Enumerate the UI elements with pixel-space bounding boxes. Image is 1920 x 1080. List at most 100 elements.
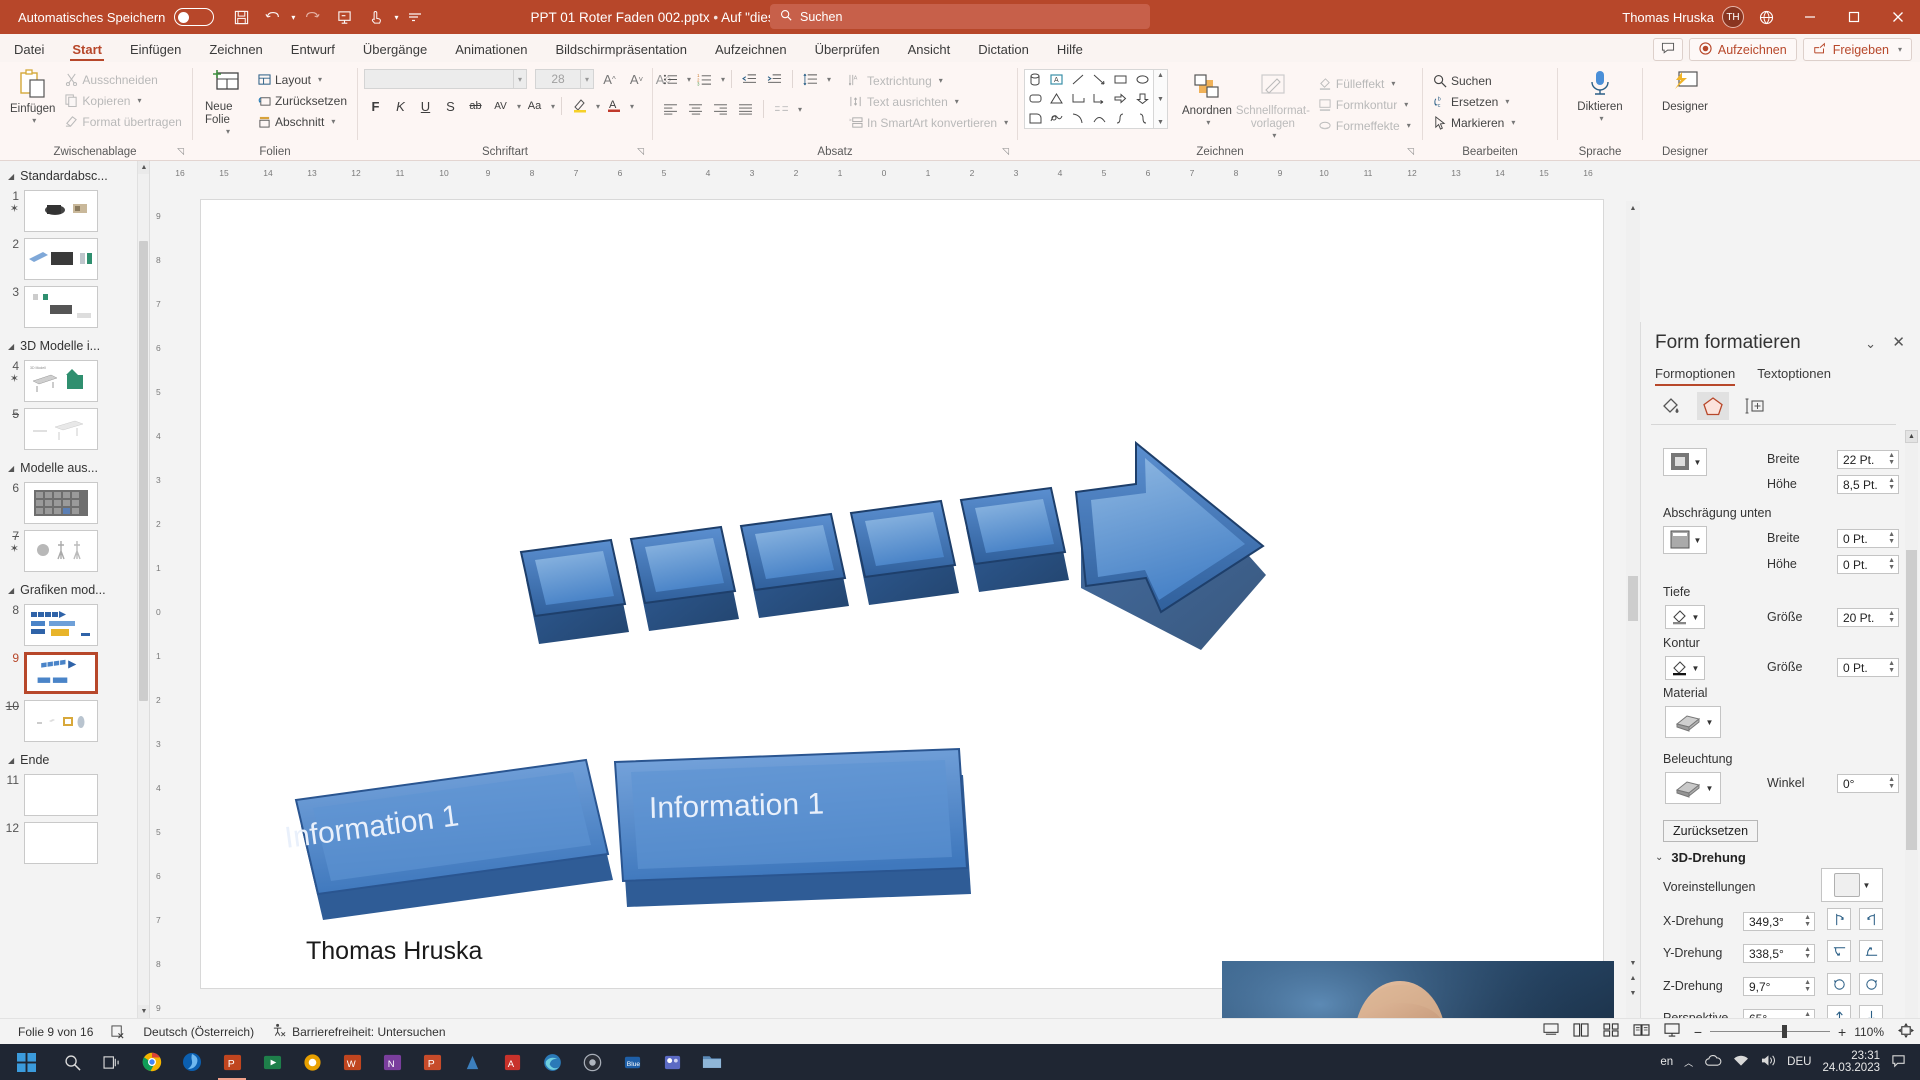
tab-ueberpruefen[interactable]: Überprüfen bbox=[801, 40, 894, 62]
section-collapse-icon[interactable]: ◢ bbox=[8, 756, 14, 765]
gallery-expand-icon[interactable]: ▼ bbox=[1157, 119, 1164, 126]
format-pane-close-icon[interactable]: ✕ bbox=[1892, 333, 1905, 351]
table-row[interactable]: 11 bbox=[0, 771, 149, 819]
increase-indent-button[interactable] bbox=[763, 68, 786, 90]
drawing-dialog-launcher[interactable]: ◹ bbox=[1407, 143, 1414, 159]
tab-ansicht[interactable]: Ansicht bbox=[894, 40, 965, 62]
undo-chevron-down-icon[interactable]: ▾ bbox=[291, 13, 295, 22]
notifications-icon[interactable] bbox=[1891, 1054, 1906, 1071]
clock[interactable]: 23:31 24.03.2023 bbox=[1822, 1050, 1880, 1074]
zoom-track[interactable] bbox=[1710, 1025, 1830, 1038]
tab-uebergaenge[interactable]: Übergänge bbox=[349, 40, 441, 62]
shape-textbox-icon[interactable]: A bbox=[1049, 73, 1064, 86]
arrange-chevron-down-icon[interactable]: ▾ bbox=[1206, 118, 1210, 127]
section-header-modelle-aus[interactable]: ◢ Modelle aus... bbox=[0, 453, 149, 479]
circle-icon[interactable] bbox=[572, 1044, 612, 1080]
format-pane-scroll-thumb[interactable] bbox=[1906, 550, 1917, 850]
contour-size-stepper[interactable]: ▲ ▼ bbox=[1888, 660, 1895, 674]
columns-button[interactable] bbox=[770, 98, 793, 120]
normal-view-icon[interactable] bbox=[1573, 1023, 1589, 1040]
table-row[interactable]: 8 bbox=[0, 601, 149, 649]
rotate-x-left-button[interactable] bbox=[1827, 908, 1851, 930]
text-direction-button[interactable]: A Textrichtung ▾ bbox=[845, 70, 1012, 91]
decrease-indent-button[interactable] bbox=[738, 68, 761, 90]
section-collapse-icon[interactable]: ◢ bbox=[8, 172, 14, 181]
strikethrough-button[interactable]: ab bbox=[464, 95, 487, 117]
contour-size-input[interactable]: 0 Pt. ▲ ▼ bbox=[1837, 658, 1899, 677]
numbering-button[interactable]: 123 bbox=[693, 68, 716, 90]
format-pane-scroll-up-icon[interactable]: ▲ bbox=[1905, 430, 1918, 443]
shape-outline-button[interactable]: Formkontur ▾ bbox=[1314, 94, 1415, 115]
paragraph-dialog-launcher[interactable]: ◹ bbox=[1002, 143, 1009, 159]
slide-thumbnail-9[interactable] bbox=[24, 652, 98, 694]
tray-chevron-up-icon[interactable]: ︿ bbox=[1684, 1056, 1693, 1069]
format-pane-collapse-icon[interactable]: ⌄ bbox=[1865, 336, 1876, 352]
tab-dictation[interactable]: Dictation bbox=[964, 40, 1043, 62]
replace-button[interactable]: bc Ersetzen ▾ bbox=[1429, 91, 1519, 112]
zoom-knob[interactable] bbox=[1782, 1025, 1787, 1038]
shape-right-arrow-icon[interactable] bbox=[1113, 92, 1128, 105]
acrobat-icon[interactable]: A bbox=[492, 1044, 532, 1080]
copy-chevron-down-icon[interactable]: ▾ bbox=[137, 96, 141, 105]
shape-effects-button[interactable]: Formeffekte ▾ bbox=[1314, 115, 1415, 136]
reset-3d-format-button[interactable]: Zurücksetzen bbox=[1663, 820, 1759, 842]
font-name-input[interactable] bbox=[364, 69, 514, 89]
powerpoint2-icon[interactable]: P bbox=[412, 1044, 452, 1080]
canvas-scroll-thumb[interactable] bbox=[1628, 576, 1638, 621]
slide-author-text[interactable]: Thomas Hruska bbox=[306, 937, 482, 966]
table-row[interactable]: 7 ✶ bbox=[0, 527, 149, 575]
rotation-presets-chevron-down-icon[interactable]: ▼ bbox=[1863, 881, 1871, 890]
save-icon[interactable] bbox=[226, 4, 256, 30]
paste-chevron-down-icon[interactable]: ▾ bbox=[32, 116, 36, 125]
rotate-z-ccw-button[interactable] bbox=[1827, 973, 1851, 995]
bevel-top-chevron-down-icon[interactable]: ▼ bbox=[1694, 458, 1702, 467]
snagit-icon[interactable] bbox=[292, 1044, 332, 1080]
slide-thumbnail-12[interactable] bbox=[24, 822, 98, 864]
shape-curve-icon[interactable] bbox=[1071, 112, 1086, 125]
slideshow-icon[interactable] bbox=[1664, 1023, 1680, 1040]
onedrive-icon[interactable] bbox=[1704, 1054, 1722, 1070]
shadow-button[interactable]: S bbox=[439, 95, 462, 117]
section-collapse-icon[interactable]: ◢ bbox=[8, 586, 14, 595]
shape-gallery-scrollbar[interactable]: ▲ ▼ ▼ bbox=[1154, 69, 1168, 129]
slide-thumbnail-3[interactable] bbox=[24, 286, 98, 328]
reading-view-icon[interactable] bbox=[1633, 1023, 1650, 1040]
minimize-button[interactable] bbox=[1788, 0, 1832, 34]
firefox-dev-icon[interactable] bbox=[172, 1044, 212, 1080]
next-slide-icon[interactable]: ▼ bbox=[1626, 988, 1640, 998]
format-painter-button[interactable]: Format übertragen bbox=[61, 111, 185, 132]
depth-color-chevron-down-icon[interactable]: ▼ bbox=[1692, 613, 1700, 622]
slide-thumbnail-8[interactable] bbox=[24, 604, 98, 646]
slide-thumbnail-1[interactable] bbox=[24, 190, 98, 232]
zoom-in-button[interactable]: + bbox=[1838, 1024, 1846, 1040]
table-row[interactable]: 1 ✶ bbox=[0, 187, 149, 235]
windows-start-icon[interactable] bbox=[0, 1044, 52, 1080]
paste-button[interactable]: Einfügen ▾ bbox=[4, 65, 61, 128]
bevel-bottom-preset-button[interactable]: ▼ bbox=[1663, 526, 1707, 554]
tab-datei[interactable]: Datei bbox=[0, 40, 58, 62]
accessibility-indicator[interactable]: Barrierefreiheit: Untersuchen bbox=[272, 1023, 446, 1040]
layout-button[interactable]: Layout ▾ bbox=[254, 69, 351, 90]
layout-chevron-down-icon[interactable]: ▾ bbox=[318, 75, 322, 84]
gallery-scroll-up-icon[interactable]: ▲ bbox=[1157, 72, 1164, 79]
replace-chevron-down-icon[interactable]: ▾ bbox=[1505, 97, 1509, 106]
bullets-button[interactable] bbox=[659, 68, 682, 90]
lighting-chevron-down-icon[interactable]: ▼ bbox=[1706, 784, 1714, 793]
section-collapse-icon[interactable]: ◢ bbox=[8, 464, 14, 473]
arrange-button[interactable]: Anordnen ▾ bbox=[1176, 69, 1238, 130]
touch-mode-icon[interactable] bbox=[361, 4, 391, 30]
camtasia-icon[interactable] bbox=[252, 1044, 292, 1080]
table-row[interactable]: 12 bbox=[0, 819, 149, 867]
search-icon[interactable] bbox=[52, 1044, 92, 1080]
present-icon[interactable] bbox=[329, 4, 359, 30]
shape-effects-chevron-down-icon[interactable]: ▾ bbox=[1407, 121, 1411, 130]
slide-thumbnail-5[interactable] bbox=[24, 408, 98, 450]
line-spacing-button[interactable] bbox=[799, 68, 822, 90]
cut-button[interactable]: Ausschneiden bbox=[61, 69, 185, 90]
thumbnail-pane-scrollbar[interactable]: ▲ ▼ bbox=[137, 161, 149, 1018]
close-button[interactable] bbox=[1876, 0, 1920, 34]
tab-textoptionen[interactable]: Textoptionen bbox=[1757, 366, 1831, 386]
bevel-bottom-chevron-down-icon[interactable]: ▼ bbox=[1694, 536, 1702, 545]
new-slide-chevron-down-icon[interactable]: ▾ bbox=[226, 127, 230, 136]
change-case-button[interactable]: Aa bbox=[523, 95, 546, 117]
